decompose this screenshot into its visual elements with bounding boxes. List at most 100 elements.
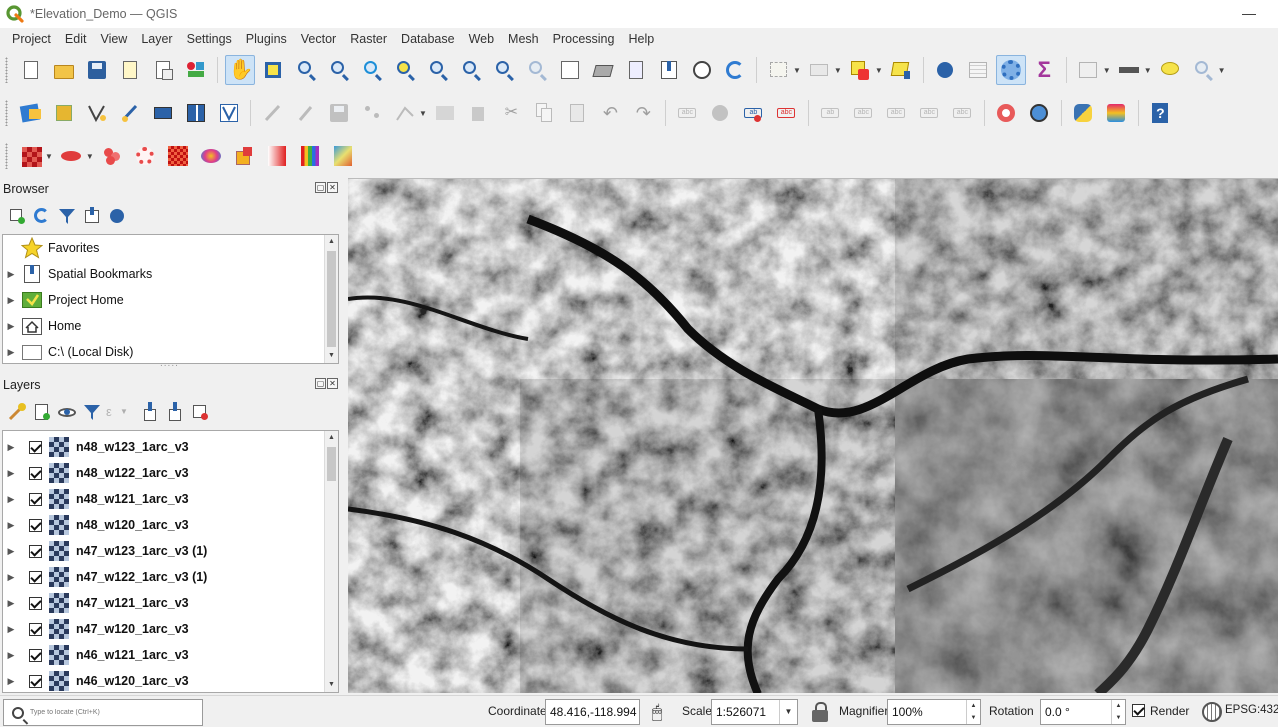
new-shapefile-layer-button[interactable] — [82, 98, 112, 128]
scroll-down-icon[interactable]: ▼ — [325, 678, 338, 692]
browser-close-button[interactable]: ✕ — [327, 182, 338, 193]
layer-row[interactable]: ▶ n48_w120_1arc_v3 — [3, 512, 338, 538]
redo-button[interactable]: ↷ — [628, 98, 658, 128]
identify-features-button[interactable] — [930, 55, 960, 85]
toggle-editing-button[interactable] — [291, 98, 321, 128]
modify-attributes-button[interactable] — [430, 98, 460, 128]
raster-calculator-button[interactable] — [16, 141, 46, 171]
layers-scrollbar[interactable]: ▲ ▼ — [324, 431, 338, 692]
new-print-layout-button[interactable] — [115, 55, 145, 85]
refresh-button[interactable] — [720, 55, 750, 85]
browser-float-button[interactable]: ▢ — [315, 182, 326, 193]
layer-visibility-checkbox[interactable] — [29, 492, 42, 506]
expand-arrow-icon[interactable]: ▶ — [5, 598, 17, 609]
browser-properties-button[interactable] — [106, 205, 128, 227]
flower-symbol-button[interactable] — [130, 141, 160, 171]
select-by-value-button[interactable] — [804, 55, 834, 85]
vertex-tool-button[interactable] — [390, 98, 420, 128]
scroll-up-icon[interactable]: ▲ — [325, 431, 338, 445]
browser-scrollbar[interactable]: ▲ ▼ — [324, 235, 338, 363]
browser-item-home[interactable]: ▶ Home — [3, 313, 338, 339]
undo-button[interactable]: ↶ — [595, 98, 625, 128]
zoom-last-button[interactable] — [489, 55, 519, 85]
pan-to-selection-button[interactable] — [258, 55, 288, 85]
zoom-in-button[interactable] — [291, 55, 321, 85]
heatmap-plugin-button[interactable] — [1101, 98, 1131, 128]
show-bookmarks-button[interactable] — [654, 55, 684, 85]
deselect-features-button[interactable] — [845, 55, 875, 85]
raster-red-button[interactable] — [163, 141, 193, 171]
browser-filter-button[interactable] — [56, 205, 78, 227]
spin-arrows-icon[interactable]: ▲ ▼ — [1111, 700, 1125, 724]
move-label-button[interactable]: abc — [881, 98, 911, 128]
expand-arrow-icon[interactable]: ▶ — [5, 572, 17, 583]
toolbar-grip[interactable] — [5, 57, 8, 83]
collapse-all-button[interactable] — [164, 401, 186, 423]
chevron-down-icon[interactable]: ▼ — [86, 152, 94, 161]
menu-project[interactable]: Project — [5, 28, 58, 50]
paste-features-button[interactable] — [562, 98, 592, 128]
browser-item-spatial-bookmarks[interactable]: ▶ Spatial Bookmarks — [3, 261, 338, 287]
layer-visibility-checkbox[interactable] — [29, 466, 42, 480]
save-project-button[interactable] — [82, 55, 112, 85]
layer-row[interactable]: ▶ n46_w120_1arc_v3 — [3, 668, 338, 692]
scale-combo[interactable]: 1:526071 ▼ — [711, 699, 798, 725]
layer-row[interactable]: ▶ n48_w121_1arc_v3 — [3, 486, 338, 512]
expand-arrow-icon[interactable]: ▶ — [5, 546, 17, 557]
chevron-down-icon[interactable]: ▼ — [1144, 66, 1152, 75]
expand-arrow-icon[interactable]: ▶ — [5, 269, 17, 280]
browser-collapse-button[interactable] — [81, 205, 103, 227]
color-ramp-tool-button[interactable] — [229, 141, 259, 171]
measure-line-button[interactable] — [1114, 55, 1144, 85]
layer-visibility-checkbox[interactable] — [29, 622, 42, 636]
zoom-full-button[interactable] — [357, 55, 387, 85]
zoom-to-layer-button[interactable] — [423, 55, 453, 85]
locator-search-button[interactable] — [1188, 55, 1218, 85]
zoom-to-selection-button[interactable] — [390, 55, 420, 85]
show-hide-labels-button[interactable]: abc — [848, 98, 878, 128]
chevron-down-icon[interactable]: ▼ — [1218, 66, 1226, 75]
minimize-button[interactable]: — — [1242, 5, 1256, 21]
expand-arrow-icon[interactable]: ▶ — [5, 442, 17, 453]
diagram-options-button[interactable] — [705, 98, 735, 128]
menu-help[interactable]: Help — [621, 28, 661, 50]
layer-row[interactable]: ▶ n47_w122_1arc_v3 (1) — [3, 564, 338, 590]
terrain-ramp-button[interactable] — [328, 141, 358, 171]
layer-visibility-checkbox[interactable] — [29, 544, 42, 558]
copy-features-button[interactable] — [529, 98, 559, 128]
layer-row[interactable]: ▶ n47_w121_1arc_v3 — [3, 590, 338, 616]
labeling-toolbar-pin-button[interactable]: ab — [738, 98, 768, 128]
menu-processing[interactable]: Processing — [546, 28, 622, 50]
coordinate-field[interactable]: 48.416,-118.994 — [545, 699, 640, 725]
layer-visibility-checkbox[interactable] — [29, 596, 42, 610]
layer-row[interactable]: ▶ n48_w123_1arc_v3 — [3, 434, 338, 460]
manage-map-themes-button[interactable] — [56, 401, 78, 423]
map-canvas[interactable] — [348, 178, 1278, 693]
magnifier-spinbox[interactable]: 100% ▲ ▼ — [887, 699, 981, 725]
menu-settings[interactable]: Settings — [180, 28, 239, 50]
layer-labeling-button[interactable]: abc — [672, 98, 702, 128]
layer-row[interactable]: ▶ n48_w122_1arc_v3 — [3, 460, 338, 486]
layer-visibility-checkbox[interactable] — [29, 518, 42, 532]
statistical-summary-button[interactable]: Σ — [1029, 55, 1059, 85]
zoom-next-button[interactable] — [522, 55, 552, 85]
chevron-down-icon[interactable]: ▼ — [419, 109, 427, 118]
map-tips-button[interactable] — [1155, 55, 1185, 85]
new-bookmark-button[interactable] — [621, 55, 651, 85]
save-edits-button[interactable] — [324, 98, 354, 128]
rotation-spinbox[interactable]: 0.0 ° ▲ ▼ — [1040, 699, 1126, 725]
remove-layer-button[interactable] — [189, 401, 211, 423]
browser-item-project-home[interactable]: ▶ Project Home — [3, 287, 338, 313]
layers-close-button[interactable]: ✕ — [327, 378, 338, 389]
menu-mesh[interactable]: Mesh — [501, 28, 546, 50]
new-3d-map-view-button[interactable] — [588, 55, 618, 85]
label-highlight-button[interactable]: abc — [771, 98, 801, 128]
layer-row[interactable]: ▶ n47_w123_1arc_v3 (1) — [3, 538, 338, 564]
temporal-controller-button[interactable] — [687, 55, 717, 85]
pin-labels-button[interactable]: ab — [815, 98, 845, 128]
layer-visibility-checkbox[interactable] — [29, 440, 42, 454]
pan-map-button[interactable]: ✋ — [224, 55, 255, 85]
crs-status-button[interactable]: EPSG:4326 — [1225, 704, 1278, 716]
layer-visibility-checkbox[interactable] — [29, 674, 42, 688]
open-attribute-table-button[interactable] — [963, 55, 993, 85]
